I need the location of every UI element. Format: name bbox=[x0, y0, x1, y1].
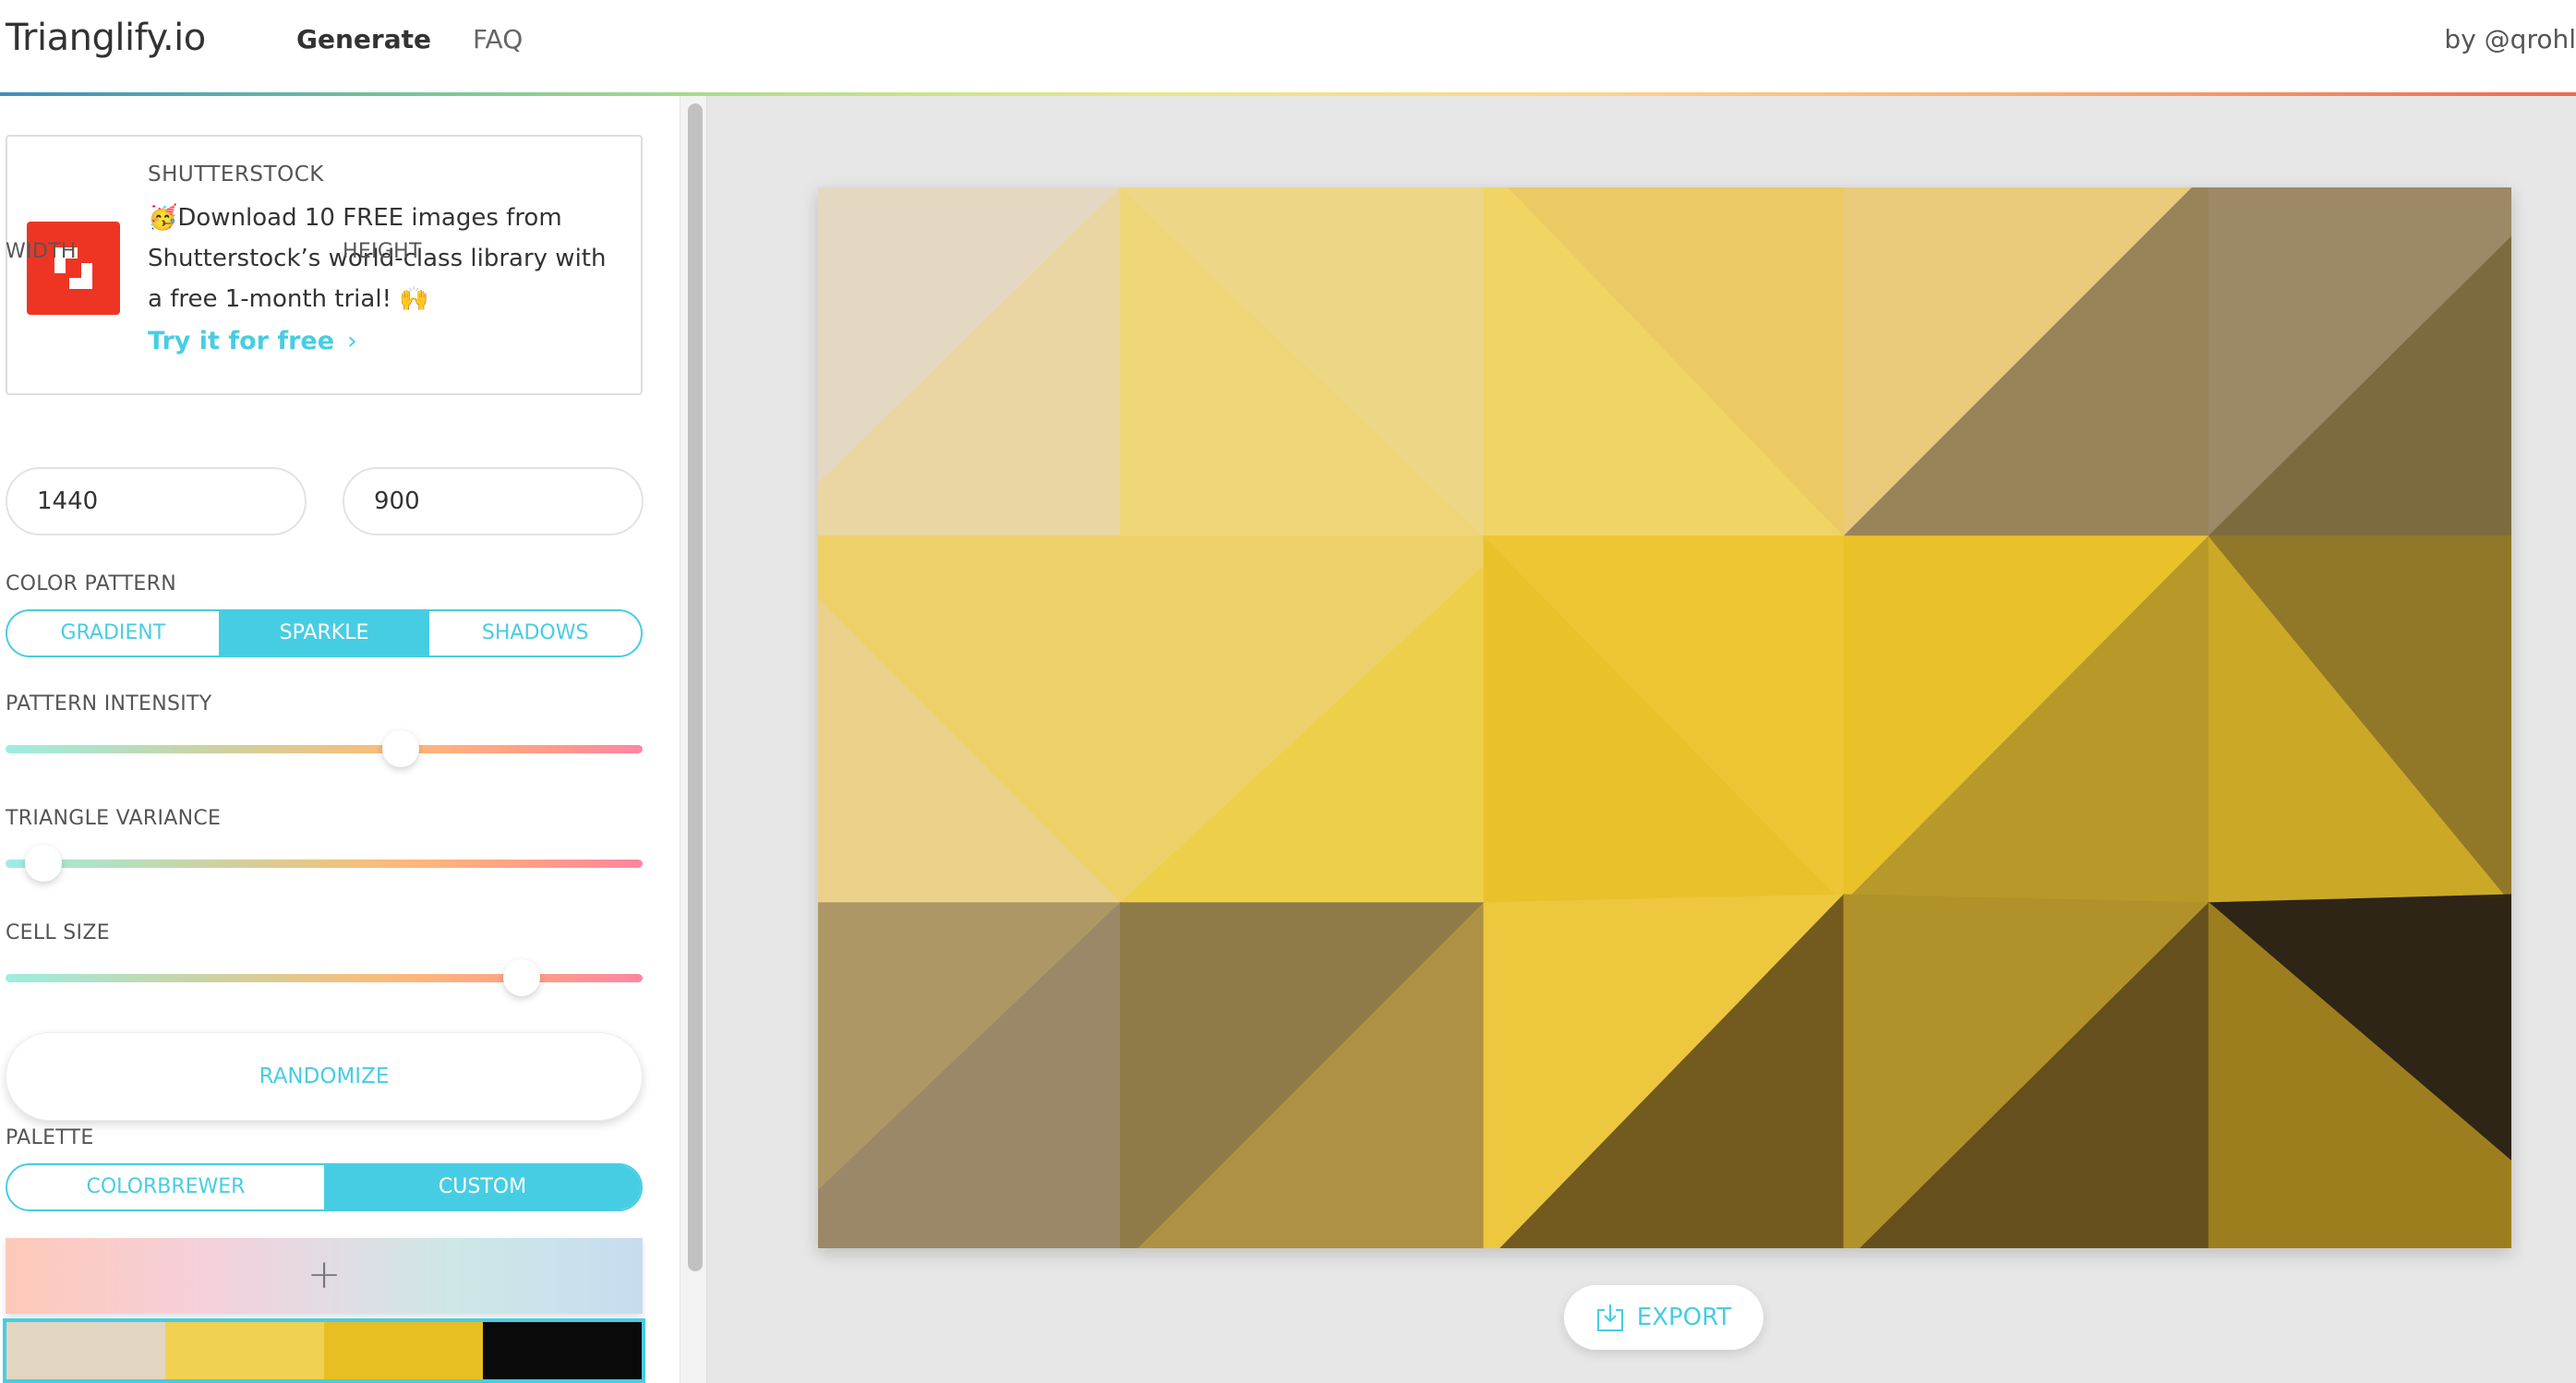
settings-panel: SHUTTERSTOCK 🥳Download 10 FREE images fr… bbox=[0, 96, 680, 1383]
scrollbar-thumb[interactable] bbox=[688, 103, 703, 1271]
brand-logo[interactable]: Trianglify.io bbox=[6, 17, 206, 59]
height-label: HEIGHT bbox=[343, 240, 422, 263]
slider-thumb[interactable] bbox=[502, 959, 540, 996]
palette-swatch[interactable] bbox=[324, 1322, 483, 1379]
cell-size-slider[interactable] bbox=[6, 959, 643, 996]
panel-scrollbar[interactable] bbox=[680, 96, 707, 1383]
color-pattern-label: COLOR PATTERN bbox=[6, 572, 176, 595]
pattern-option-shadows[interactable]: SHADOWS bbox=[429, 611, 641, 655]
palette-swatch[interactable] bbox=[483, 1322, 642, 1379]
height-input[interactable]: 900 bbox=[343, 467, 644, 535]
color-pattern-selector: GRADIENT SPARKLE SHADOWS bbox=[6, 609, 643, 657]
ad-cta-link[interactable]: Try it for free › bbox=[148, 327, 357, 355]
ad-cta-label: Try it for free bbox=[148, 327, 335, 355]
preview-area: EXPORT bbox=[707, 96, 2576, 1383]
palette-swatch[interactable] bbox=[6, 1322, 165, 1379]
pattern-option-sparkle[interactable]: SPARKLE bbox=[218, 611, 430, 655]
shutterstock-logo-icon bbox=[27, 222, 120, 315]
width-label: WIDTH bbox=[6, 240, 77, 263]
chevron-right-icon: › bbox=[347, 327, 357, 355]
nav-generate[interactable]: Generate bbox=[296, 24, 431, 54]
plus-icon: + bbox=[307, 1251, 342, 1298]
top-header: Trianglify.io Generate FAQ by @qrohl bbox=[0, 0, 2576, 96]
cell-size-label: CELL SIZE bbox=[6, 921, 110, 944]
slider-track[interactable] bbox=[6, 745, 643, 753]
author-link[interactable]: by @qrohl bbox=[2444, 24, 2576, 54]
randomize-button[interactable]: RANDOMIZE bbox=[6, 1032, 643, 1121]
triangle-variance-label: TRIANGLE VARIANCE bbox=[6, 807, 222, 830]
palette-selector: COLORBREWER CUSTOM bbox=[6, 1163, 643, 1211]
pattern-canvas bbox=[818, 187, 2511, 1248]
export-button[interactable]: EXPORT bbox=[1564, 1285, 1763, 1350]
palette-swatch[interactable] bbox=[165, 1322, 324, 1379]
add-palette-button[interactable]: + bbox=[6, 1238, 643, 1314]
export-label: EXPORT bbox=[1636, 1304, 1732, 1331]
pattern-intensity-slider[interactable] bbox=[6, 730, 643, 767]
sponsor-ad[interactable]: SHUTTERSTOCK 🥳Download 10 FREE images fr… bbox=[6, 135, 643, 395]
pattern-preview bbox=[818, 187, 2511, 1248]
slider-thumb[interactable] bbox=[25, 845, 63, 882]
nav-faq[interactable]: FAQ bbox=[473, 24, 523, 54]
triangle-variance-slider[interactable] bbox=[6, 845, 643, 882]
palette-label: PALETTE bbox=[6, 1126, 94, 1149]
custom-palette-swatches[interactable] bbox=[3, 1318, 645, 1383]
pattern-intensity-label: PATTERN INTENSITY bbox=[6, 692, 212, 716]
slider-track[interactable] bbox=[6, 974, 643, 982]
slider-track[interactable] bbox=[6, 860, 643, 868]
palette-option-custom[interactable]: CUSTOM bbox=[324, 1165, 641, 1209]
pattern-option-gradient[interactable]: GRADIENT bbox=[7, 611, 219, 655]
palette-option-colorbrewer[interactable]: COLORBREWER bbox=[7, 1165, 324, 1209]
download-icon bbox=[1596, 1303, 1624, 1332]
width-input[interactable]: 1440 bbox=[6, 467, 307, 535]
slider-thumb[interactable] bbox=[381, 730, 419, 767]
ad-sponsor-name: SHUTTERSTOCK bbox=[148, 162, 324, 186]
